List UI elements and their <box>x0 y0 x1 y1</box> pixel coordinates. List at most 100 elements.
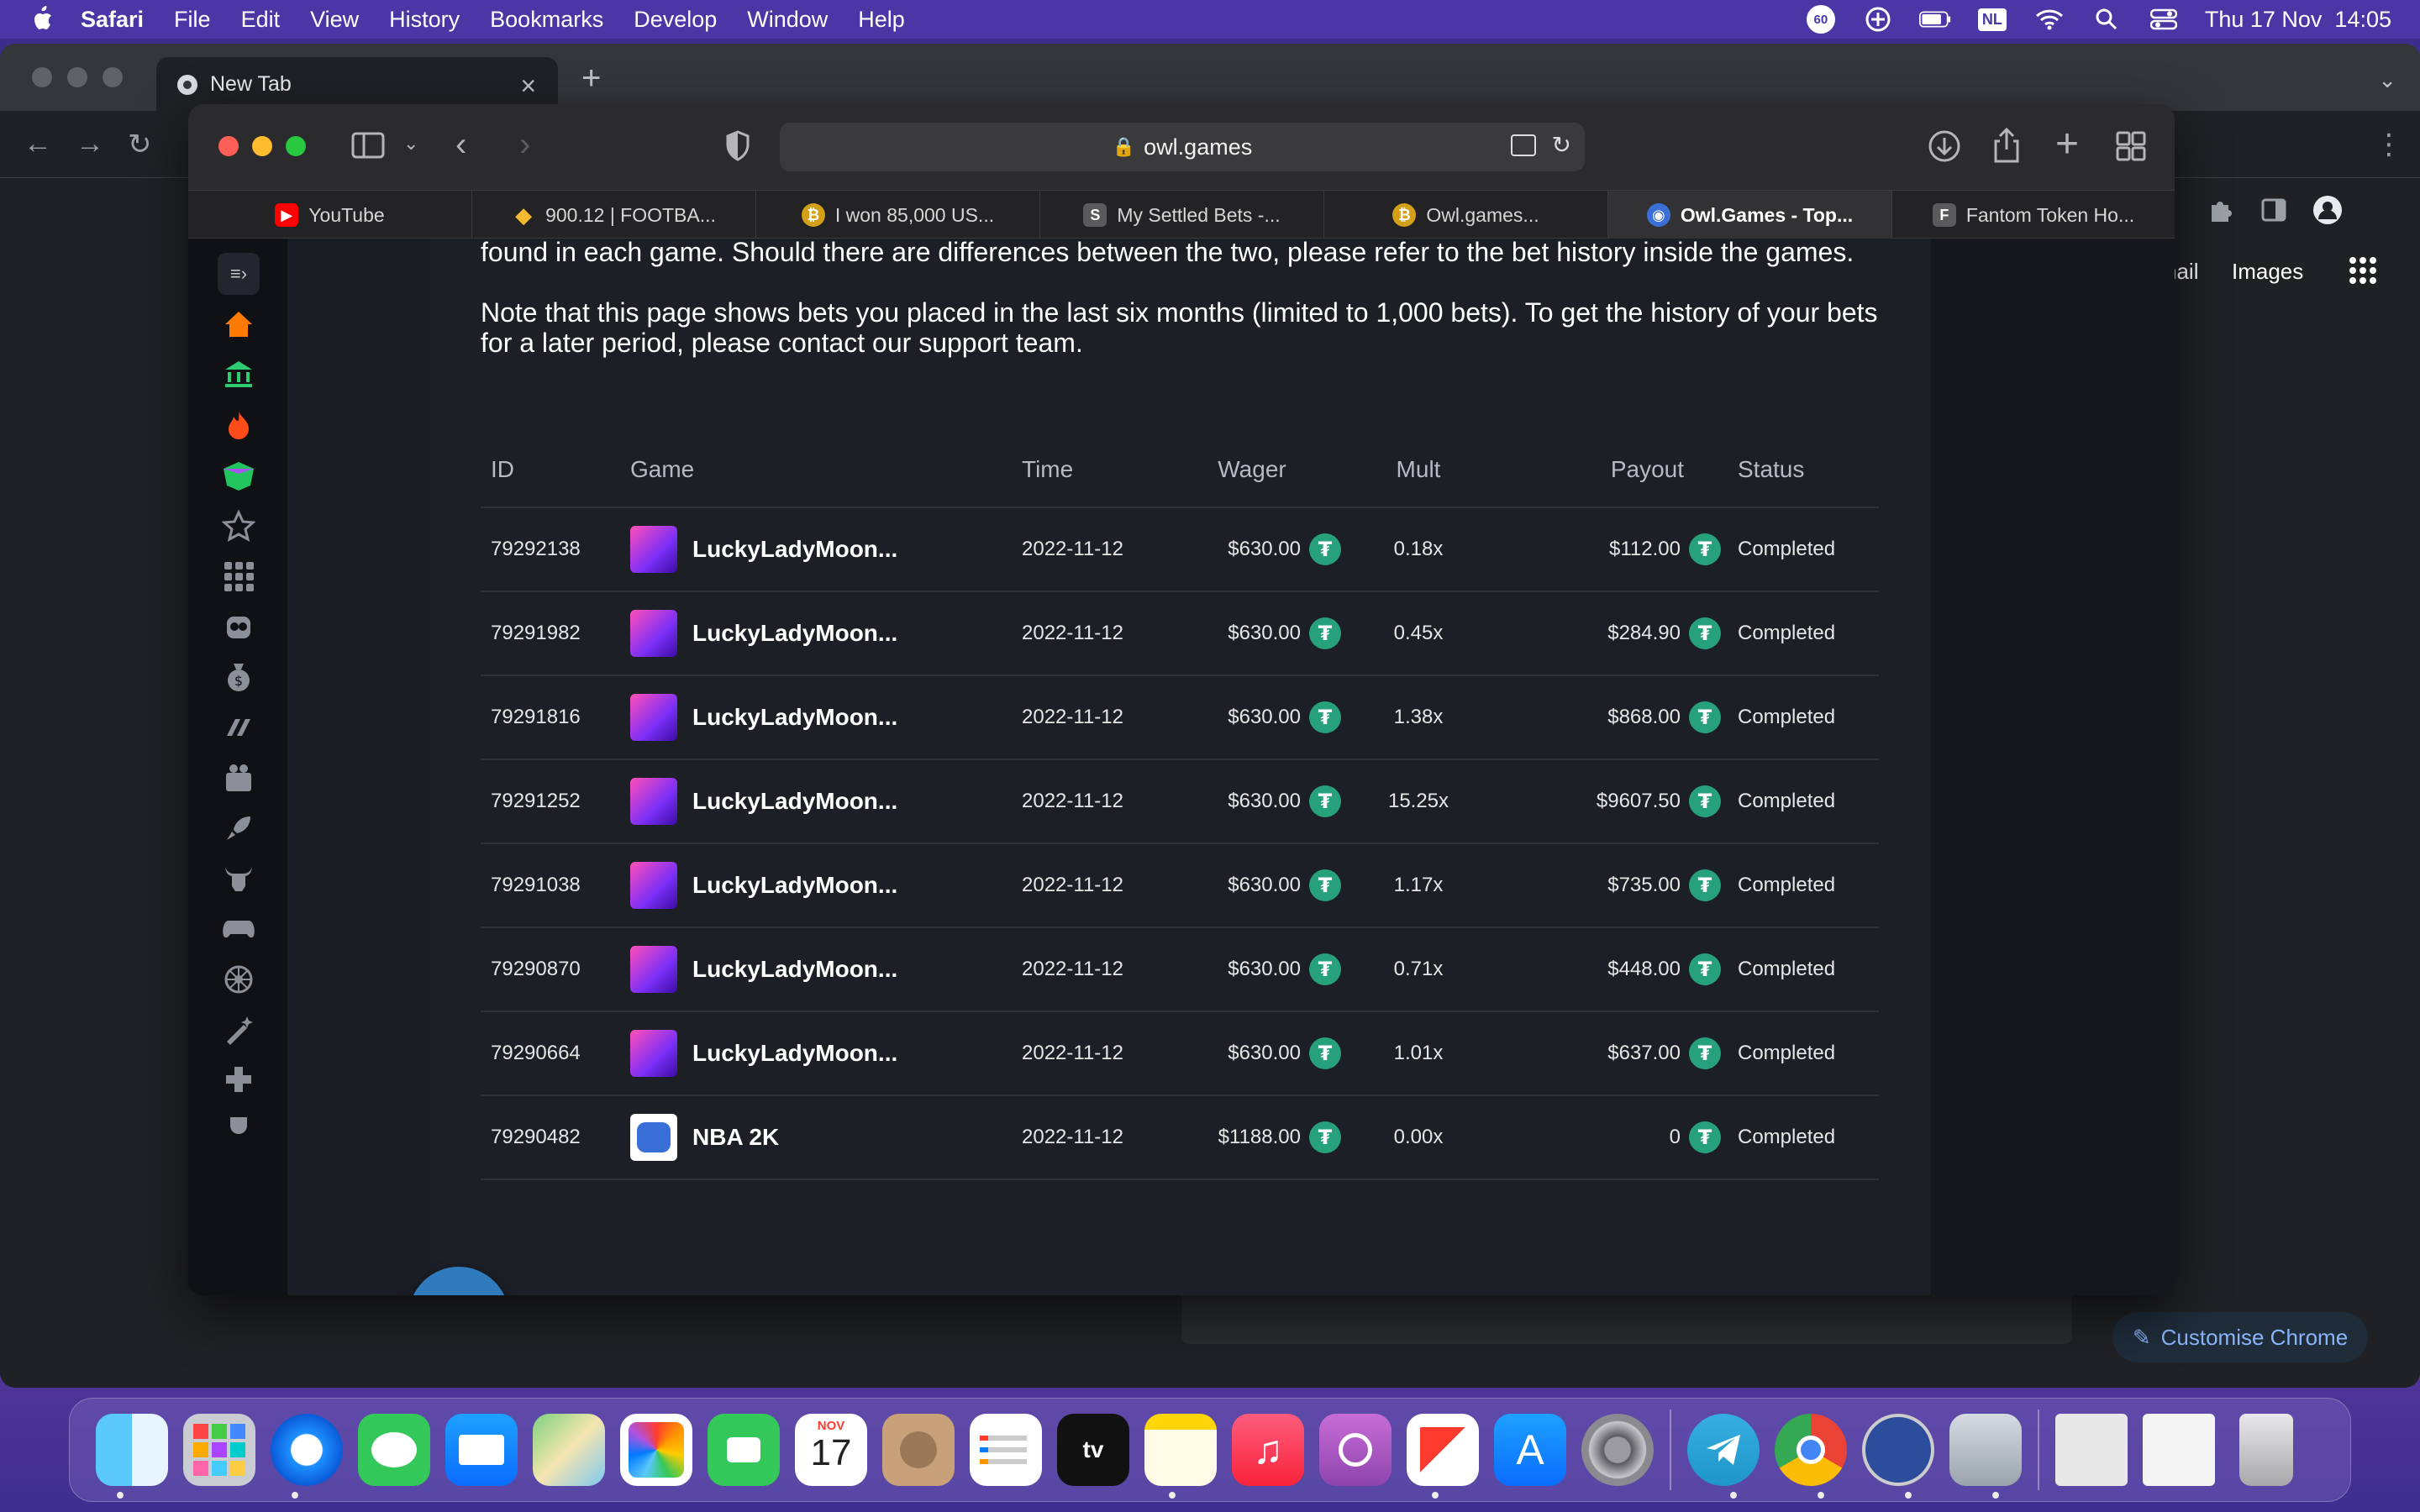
share-icon[interactable] <box>1991 128 2022 163</box>
sports-icon[interactable] <box>213 702 264 753</box>
new-tab-plus-icon[interactable]: + <box>581 61 601 95</box>
battery-icon[interactable] <box>1918 7 1951 32</box>
chrome-menu-icon[interactable]: ⋮ <box>2375 128 2403 161</box>
safari-back-icon[interactable]: ‹ <box>455 126 466 164</box>
dock-mail[interactable] <box>438 1406 525 1494</box>
safari-close-button[interactable] <box>218 136 239 156</box>
dock-apple-tv[interactable]: tv <box>1050 1406 1137 1494</box>
bull-icon[interactable] <box>213 853 264 904</box>
spotlight-search-icon[interactable] <box>2091 7 2123 32</box>
back-arrow-icon[interactable]: ← <box>24 128 52 160</box>
table-row[interactable]: 79290870 LuckyLadyMoon... 2022-11-12 $630.0… <box>481 927 1879 1012</box>
downloads-icon[interactable] <box>1928 129 1961 163</box>
chrome-minimize-button[interactable] <box>67 67 87 87</box>
dock-podcasts[interactable] <box>1312 1406 1399 1494</box>
dock-system-preferences[interactable] <box>1574 1406 1661 1494</box>
dock-chrome[interactable] <box>1767 1406 1854 1494</box>
table-row[interactable]: 79291816 LuckyLadyMoon... 2022-11-12 $630.0… <box>481 675 1879 760</box>
tab-football[interactable]: ◆ 900.12 | FOOTBA... <box>472 191 756 239</box>
dock-finder[interactable] <box>88 1406 176 1494</box>
tab-youtube[interactable]: ▶ YouTube <box>188 191 472 239</box>
side-panel-icon[interactable] <box>2259 195 2289 225</box>
bank-icon[interactable] <box>213 349 264 400</box>
gamepad-icon[interactable] <box>213 904 264 954</box>
sidebar-toggle-icon[interactable] <box>351 131 385 160</box>
menubar-clock[interactable]: Thu 17 Nov 14:05 <box>2205 7 2391 33</box>
control-center-icon[interactable] <box>2148 7 2180 32</box>
dock-owl-games[interactable] <box>1854 1406 1942 1494</box>
safari-forward-icon[interactable]: › <box>519 126 530 164</box>
dock-contacts[interactable] <box>875 1406 962 1494</box>
menu-view[interactable]: View <box>310 7 359 33</box>
notification-badge-icon[interactable]: 60 <box>1805 5 1837 34</box>
reload-icon[interactable]: ↻ <box>128 128 152 161</box>
extensions-puzzle-icon[interactable] <box>2205 195 2235 225</box>
apple-logo-icon[interactable] <box>30 5 55 34</box>
input-source-icon[interactable]: NL <box>1976 7 2008 32</box>
tab-search-chevron-icon[interactable]: ⌄ <box>2378 67 2396 93</box>
menu-toggle-icon[interactable]: ≡› <box>213 249 264 299</box>
wifi-icon[interactable] <box>2033 7 2065 32</box>
magic-wand-icon[interactable] <box>213 1005 264 1055</box>
menu-edit[interactable]: Edit <box>241 7 281 33</box>
images-link[interactable]: Images <box>2232 259 2303 285</box>
star-icon[interactable] <box>213 501 264 551</box>
chrome-tab-new-tab[interactable]: New Tab × <box>156 57 558 111</box>
dock-news[interactable] <box>1399 1406 1486 1494</box>
dock-preview[interactable] <box>1942 1406 2029 1494</box>
rocket-icon[interactable] <box>213 803 264 853</box>
table-row[interactable]: 79290664 LuckyLadyMoon... 2022-11-12 $630.0… <box>481 1011 1879 1096</box>
tab-owl-games-top[interactable]: ◉ Owl.Games - Top... <box>1608 191 1892 239</box>
table-row[interactable]: 79290482 NBA 2K 2022-11-12 $1188.00 ₮ 0.00x 0 ₮… <box>481 1095 1879 1180</box>
grammarly-icon[interactable] <box>1862 7 1894 32</box>
dock-app-store[interactable]: A <box>1486 1406 1574 1494</box>
tab-overview-icon[interactable] <box>2116 131 2146 161</box>
chrome-close-button[interactable] <box>32 67 52 87</box>
game-cell[interactable]: LuckyLadyMoon... <box>630 759 1022 844</box>
grid-icon[interactable] <box>213 551 264 601</box>
game-cell[interactable]: LuckyLadyMoon... <box>630 1011 1022 1096</box>
forward-arrow-icon[interactable]: → <box>76 128 104 160</box>
close-icon[interactable]: × <box>520 71 536 102</box>
reload-icon[interactable]: ↻ <box>1552 131 1571 159</box>
table-row[interactable]: 79291038 LuckyLadyMoon... 2022-11-12 $630.0… <box>481 843 1879 928</box>
wheel-icon[interactable] <box>213 954 264 1005</box>
live-casino-icon[interactable] <box>213 753 264 803</box>
tab-fantom-token[interactable]: F Fantom Token Ho... <box>1892 191 2175 239</box>
customise-chrome-button[interactable]: ✎ Customise Chrome <box>2112 1312 2368 1362</box>
fire-icon[interactable] <box>213 400 264 450</box>
reader-view-icon[interactable] <box>1511 134 1536 156</box>
game-cell[interactable]: LuckyLadyMoon... <box>630 843 1022 928</box>
chrome-zoom-button[interactable] <box>103 67 123 87</box>
table-row[interactable]: 79292138 LuckyLadyMoon... 2022-11-12 $630.0… <box>481 507 1879 592</box>
tab-owl-games[interactable]: ₿ Owl.games... <box>1324 191 1608 239</box>
tab-settled-bets[interactable]: S My Settled Bets -... <box>1040 191 1324 239</box>
privacy-shield-icon[interactable] <box>724 129 751 163</box>
dock-downloads-stack[interactable] <box>2048 1406 2135 1494</box>
dock-music[interactable]: ♫ <box>1224 1406 1312 1494</box>
dock-trash[interactable] <box>2223 1406 2310 1494</box>
table-row[interactable]: 79291252 LuckyLadyMoon... 2022-11-12 $630.0… <box>481 759 1879 844</box>
game-cell[interactable]: LuckyLadyMoon... <box>630 927 1022 1012</box>
game-cell[interactable]: LuckyLadyMoon... <box>630 675 1022 760</box>
owl-icon[interactable] <box>213 601 264 652</box>
gem-icon[interactable] <box>213 450 264 501</box>
tab-won-85000[interactable]: ₿ I won 85,000 US... <box>756 191 1040 239</box>
dock-reminders[interactable] <box>962 1406 1050 1494</box>
dock-notes[interactable] <box>1137 1406 1224 1494</box>
menu-history[interactable]: History <box>389 7 460 33</box>
google-apps-grid-icon[interactable] <box>2348 255 2378 286</box>
game-cell[interactable]: NBA 2K <box>630 1095 1022 1180</box>
menu-file[interactable]: File <box>174 7 211 33</box>
menu-window[interactable]: Window <box>747 7 828 33</box>
money-bag-icon[interactable]: $ <box>213 652 264 702</box>
dock-messages[interactable] <box>350 1406 438 1494</box>
puzzle-icon[interactable] <box>213 1055 264 1105</box>
dock-telegram[interactable] <box>1680 1406 1767 1494</box>
table-row[interactable]: 79291982 LuckyLadyMoon... 2022-11-12 $630.0… <box>481 591 1879 676</box>
trophy-icon[interactable] <box>213 1105 264 1156</box>
tab-group-chevron-icon[interactable]: ⌄ <box>403 133 418 155</box>
dock-maps[interactable] <box>525 1406 613 1494</box>
safari-minimize-button[interactable] <box>252 136 272 156</box>
new-tab-plus-icon[interactable]: + <box>2055 121 2079 168</box>
